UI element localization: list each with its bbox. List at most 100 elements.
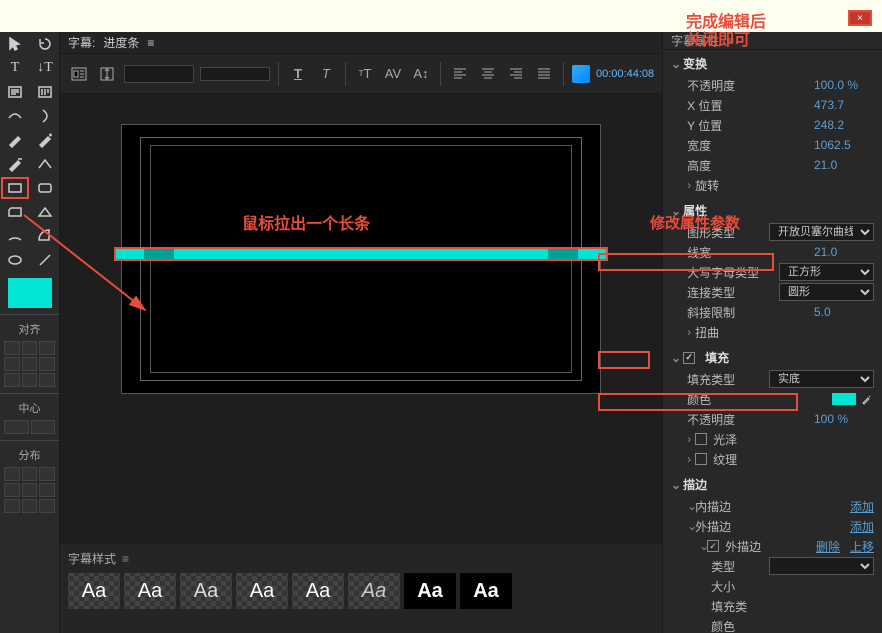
style-thumb[interactable]: Aa <box>404 573 456 609</box>
dist-btn[interactable] <box>22 499 38 513</box>
progress-bar-shape[interactable] <box>114 247 608 261</box>
style-thumb[interactable]: Aa <box>68 573 120 609</box>
dist-btn[interactable] <box>4 483 20 497</box>
path-text-tool[interactable] <box>1 105 29 127</box>
texture-checkbox[interactable] <box>695 453 707 465</box>
opacity-value[interactable]: 100.0 % <box>814 78 874 92</box>
align-center-icon[interactable] <box>477 64 499 84</box>
lwidth-value[interactable]: 21.0 <box>814 245 874 259</box>
height-value[interactable]: 21.0 <box>814 158 874 172</box>
align-btn[interactable] <box>22 341 38 355</box>
size-icon[interactable]: TT <box>354 64 376 84</box>
style-thumb[interactable]: Aa <box>180 573 232 609</box>
miter-value[interactable]: 5.0 <box>814 305 874 319</box>
canvas-area[interactable]: 鼠标拉出一个长条 <box>60 94 662 543</box>
align-btn[interactable] <box>4 341 20 355</box>
quarter-tool[interactable] <box>31 225 59 247</box>
y-value[interactable]: 248.2 <box>814 118 874 132</box>
outer-add-link[interactable]: 添加 <box>850 518 874 535</box>
wedge-tool[interactable] <box>31 201 59 223</box>
fill-color-chip[interactable] <box>832 393 856 405</box>
style-thumb[interactable]: Aa <box>236 573 288 609</box>
transform-section[interactable]: ⌄变换 <box>663 52 882 75</box>
dist-btn[interactable] <box>39 483 55 497</box>
rectangle-tool[interactable] <box>1 177 29 199</box>
fillopacity-value[interactable]: 100 % <box>814 412 874 426</box>
style-thumb[interactable]: Aa <box>460 573 512 609</box>
stroke-section[interactable]: ⌄描边 <box>663 473 882 496</box>
fill-checkbox[interactable]: ✓ <box>683 352 695 364</box>
align-btn[interactable] <box>4 357 20 371</box>
stroke-moveup-link[interactable]: 上移 <box>850 538 874 555</box>
filltype-label: 填充类型 <box>687 371 769 388</box>
dist-btn[interactable] <box>22 483 38 497</box>
vertical-area-text-tool[interactable] <box>31 81 59 103</box>
font-family-select[interactable] <box>124 65 194 83</box>
area-text-tool[interactable] <box>1 81 29 103</box>
rounded-rect-tool[interactable] <box>31 177 59 199</box>
distort-label[interactable]: 扭曲 <box>695 324 874 341</box>
italic-icon[interactable]: T <box>315 64 337 84</box>
eyedropper-icon[interactable] <box>860 392 874 406</box>
align-btn[interactable] <box>22 357 38 371</box>
line-tool[interactable] <box>31 249 59 271</box>
fill-section[interactable]: ⌄✓填充 <box>663 346 882 369</box>
template-icon[interactable] <box>68 64 90 84</box>
convert-anchor-tool[interactable] <box>31 153 59 175</box>
text-tool[interactable]: T <box>1 57 29 79</box>
x-value[interactable]: 473.7 <box>814 98 874 112</box>
align-section-title: 对齐 <box>0 321 59 337</box>
fill-color-swatch[interactable] <box>8 278 52 308</box>
close-button[interactable]: × <box>848 10 872 26</box>
stroke-delete-link[interactable]: 删除 <box>816 538 840 555</box>
style-thumb[interactable]: Aa <box>124 573 176 609</box>
style-thumb[interactable]: Aa <box>292 573 344 609</box>
bold-icon[interactable]: T <box>287 64 309 84</box>
dist-btn[interactable] <box>39 499 55 513</box>
style-thumb[interactable]: Aa <box>348 573 400 609</box>
gloss-checkbox[interactable] <box>695 433 707 445</box>
align-btn[interactable] <box>22 373 38 387</box>
dist-btn[interactable] <box>4 467 20 481</box>
add-anchor-tool[interactable] <box>31 129 59 151</box>
vertical-path-text-tool[interactable] <box>31 105 59 127</box>
delete-anchor-tool[interactable] <box>1 153 29 175</box>
dist-btn[interactable] <box>39 467 55 481</box>
caps-select[interactable]: 正方形 <box>779 263 874 281</box>
ellipse-tool[interactable] <box>1 249 29 271</box>
properties-panel: 字幕属性 ≡ ⌄变换 不透明度100.0 % X 位置473.7 Y 位置248… <box>662 32 882 633</box>
leading-icon[interactable]: A↕ <box>410 64 432 84</box>
align-btn[interactable] <box>39 357 55 371</box>
gtype-select[interactable]: 开放贝塞尔曲线 <box>769 223 874 241</box>
title-canvas[interactable]: 鼠标拉出一个长条 <box>121 124 601 394</box>
font-style-select[interactable] <box>200 67 270 81</box>
width-value[interactable]: 1062.5 <box>814 138 874 152</box>
kerning-icon[interactable]: AV <box>382 64 404 84</box>
center-btn[interactable] <box>4 420 29 434</box>
roll-icon[interactable] <box>96 64 118 84</box>
inner-add-link[interactable]: 添加 <box>850 498 874 515</box>
pen-tool[interactable] <box>1 129 29 151</box>
align-btn[interactable] <box>39 373 55 387</box>
selection-tool[interactable] <box>1 33 29 55</box>
join-select[interactable]: 圆形 <box>779 283 874 301</box>
clipped-rect-tool[interactable] <box>1 201 29 223</box>
outer-item-checkbox[interactable]: ✓ <box>707 540 719 552</box>
tab-icon[interactable] <box>533 64 555 84</box>
panel-menu-icon[interactable]: ≡ <box>147 36 154 50</box>
center-btn[interactable] <box>31 420 56 434</box>
stroke-type-select[interactable] <box>769 557 874 575</box>
rotate-tool[interactable] <box>31 33 59 55</box>
align-btn[interactable] <box>39 341 55 355</box>
dist-btn[interactable] <box>22 467 38 481</box>
filltype-select[interactable]: 实底 <box>769 370 874 388</box>
dist-btn[interactable] <box>4 499 20 513</box>
rotation-label[interactable]: 旋转 <box>695 177 874 194</box>
timecode-icon[interactable] <box>572 65 590 83</box>
align-btn[interactable] <box>4 373 20 387</box>
align-left-icon[interactable] <box>449 64 471 84</box>
vertical-text-tool[interactable]: ↓T <box>31 57 59 79</box>
arc-tool[interactable] <box>1 225 29 247</box>
align-right-icon[interactable] <box>505 64 527 84</box>
styles-menu-icon[interactable]: ≡ <box>122 552 129 566</box>
